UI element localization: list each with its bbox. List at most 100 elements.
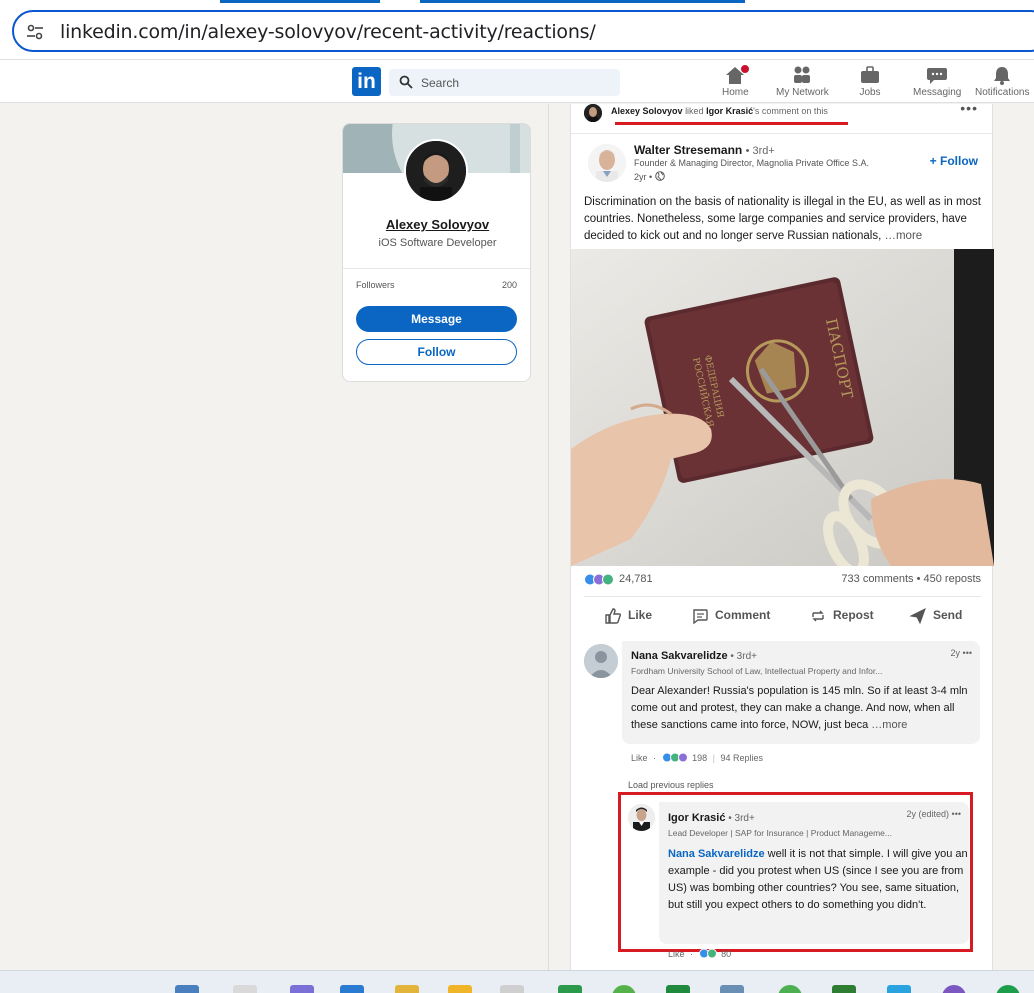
os-taskbar <box>0 970 1034 993</box>
taskbar-app-icon[interactable] <box>500 985 524 993</box>
activity-verb: liked <box>685 106 704 116</box>
annotation-underline <box>615 122 848 125</box>
reply-actions: Like · 80 <box>668 948 731 959</box>
taskbar-app-icon[interactable] <box>290 985 314 993</box>
briefcase-icon <box>861 66 879 83</box>
actor-avatar[interactable] <box>584 104 602 122</box>
taskbar-app-icon[interactable] <box>887 985 911 993</box>
profile-title: iOS Software Developer <box>378 237 497 249</box>
follow-button[interactable]: Follow <box>356 339 517 365</box>
taskbar-app-icon[interactable] <box>996 985 1020 993</box>
activity-target[interactable]: Igor Krasić <box>706 106 753 116</box>
annotation-highlight-box <box>618 792 973 952</box>
comment-bubble: Nana Sakvarelidze • 3rd+ Fordham Univers… <box>622 641 980 744</box>
reactions-summary[interactable]: 24,781 733 comments • 450 reposts <box>584 572 981 588</box>
profile-card: Alexey Solovyov iOS Software Developer F… <box>342 123 531 382</box>
chat-icon <box>927 68 948 84</box>
comment-text: Dear Alexander! Russia's population is 1… <box>631 683 971 734</box>
comment-button[interactable]: Comment <box>691 607 770 625</box>
profile-name[interactable]: Alexey Solovyov <box>343 217 530 232</box>
nav-notifications-label: Notifications <box>975 87 1030 98</box>
post-card: Alexey Solovyov liked Igor Krasić's comm… <box>570 100 994 970</box>
search-placeholder: Search <box>421 76 460 90</box>
followers-count: 200 <box>501 280 517 290</box>
commenter-avatar[interactable] <box>584 644 618 678</box>
post-time: 2yr • <box>634 171 665 182</box>
see-more-link[interactable]: …more <box>884 230 922 242</box>
taskbar-app-icon[interactable] <box>175 985 199 993</box>
divider <box>584 596 981 597</box>
reaction-count[interactable]: 24,781 <box>619 573 653 585</box>
nav-jobs[interactable]: Jobs <box>859 65 881 98</box>
separator: · <box>653 753 657 763</box>
repost-button[interactable]: Repost <box>809 607 874 625</box>
comments-reposts-count[interactable]: 733 comments • 450 reposts <box>841 573 981 585</box>
taskbar-app-icon[interactable] <box>832 985 856 993</box>
search-icon <box>399 75 413 89</box>
commenter-name[interactable]: Nana Sakvarelidze • 3rd+ <box>631 650 757 662</box>
search-input[interactable]: Search <box>389 69 620 96</box>
passport-photo: ПАСПОРТ РОССИЙСКАЯ ФЕДЕРАЦИЯ <box>571 249 994 566</box>
taskbar-app-icon[interactable] <box>340 985 364 993</box>
send-icon <box>909 607 926 625</box>
load-previous-replies[interactable]: Load previous replies <box>628 780 714 790</box>
connection-degree: • 3rd+ <box>727 651 757 662</box>
avatar-image <box>406 141 466 201</box>
reply-reaction-count[interactable]: 80 <box>721 949 731 959</box>
send-button[interactable]: Send <box>909 607 962 625</box>
comment-like-button[interactable]: Like <box>631 753 648 763</box>
avatar-image <box>584 644 618 678</box>
site-settings-icon[interactable] <box>26 23 44 41</box>
divider <box>343 268 530 269</box>
comment-icon <box>693 609 708 625</box>
more-options-icon[interactable]: ••• <box>960 100 978 116</box>
nav-jobs-label: Jobs <box>859 87 881 98</box>
nav-messaging[interactable]: Messaging <box>913 65 961 98</box>
replies-link[interactable]: 94 Replies <box>720 753 763 763</box>
post-author-name-text[interactable]: Walter Stresemann <box>634 143 742 157</box>
avatar-image <box>588 144 626 182</box>
activity-actor[interactable]: Alexey Solovyov <box>611 106 683 116</box>
address-bar[interactable]: linkedin.com/in/alexey-solovyov/recent-a… <box>12 10 1034 52</box>
taskbar-app-icon[interactable] <box>395 985 419 993</box>
taskbar-app-icon[interactable] <box>666 985 690 993</box>
reaction-icons <box>698 948 717 959</box>
tab-indicator <box>220 0 380 3</box>
taskbar-app-icon[interactable] <box>778 985 802 993</box>
taskbar-app-icon[interactable] <box>558 985 582 993</box>
post-author-name[interactable]: Walter Stresemann • 3rd+ <box>634 143 775 157</box>
thumbs-up-icon <box>605 608 622 624</box>
bell-icon <box>994 67 1011 85</box>
comment-reaction-count[interactable]: 198 <box>692 753 707 763</box>
comment-label: Comment <box>715 608 771 623</box>
send-label: Send <box>933 608 963 623</box>
separator: | <box>712 753 715 763</box>
taskbar-app-icon[interactable] <box>942 985 966 993</box>
follow-author-button[interactable]: + Follow <box>930 154 978 168</box>
message-button[interactable]: Message <box>356 306 517 332</box>
notification-badge <box>740 64 750 74</box>
nav-home[interactable]: Home <box>722 64 750 98</box>
linkedin-logo[interactable]: in <box>352 67 381 96</box>
activity-text: Alexey Solovyov liked Igor Krasić's comm… <box>611 106 828 116</box>
post-image[interactable]: ПАСПОРТ РОССИЙСКАЯ ФЕДЕРАЦИЯ <box>571 249 994 566</box>
nav-my-network[interactable]: My Network <box>776 65 829 98</box>
globe-icon <box>654 171 665 181</box>
reply-like-button[interactable]: Like <box>668 949 685 959</box>
separator: · <box>690 949 694 959</box>
banner-decoration <box>510 124 520 173</box>
comment-time-options[interactable]: 2y ••• <box>951 648 972 658</box>
taskbar-app-icon[interactable] <box>233 985 257 993</box>
taskbar-app-icon[interactable] <box>612 985 636 993</box>
comment-actions: Like · 198 | 94 Replies <box>631 752 763 763</box>
post-author-avatar[interactable] <box>588 144 626 182</box>
see-more-link[interactable]: …more <box>868 719 907 731</box>
nav-notifications[interactable]: Notifications <box>975 65 1029 98</box>
taskbar-app-icon[interactable] <box>448 985 472 993</box>
like-button[interactable]: Like <box>604 607 652 625</box>
commenter-name-text[interactable]: Nana Sakvarelidze <box>631 650 728 662</box>
taskbar-app-icon[interactable] <box>720 985 744 993</box>
avatar[interactable] <box>404 139 468 203</box>
like-label: Like <box>628 608 653 623</box>
url-text[interactable]: linkedin.com/in/alexey-solovyov/recent-a… <box>60 21 596 43</box>
